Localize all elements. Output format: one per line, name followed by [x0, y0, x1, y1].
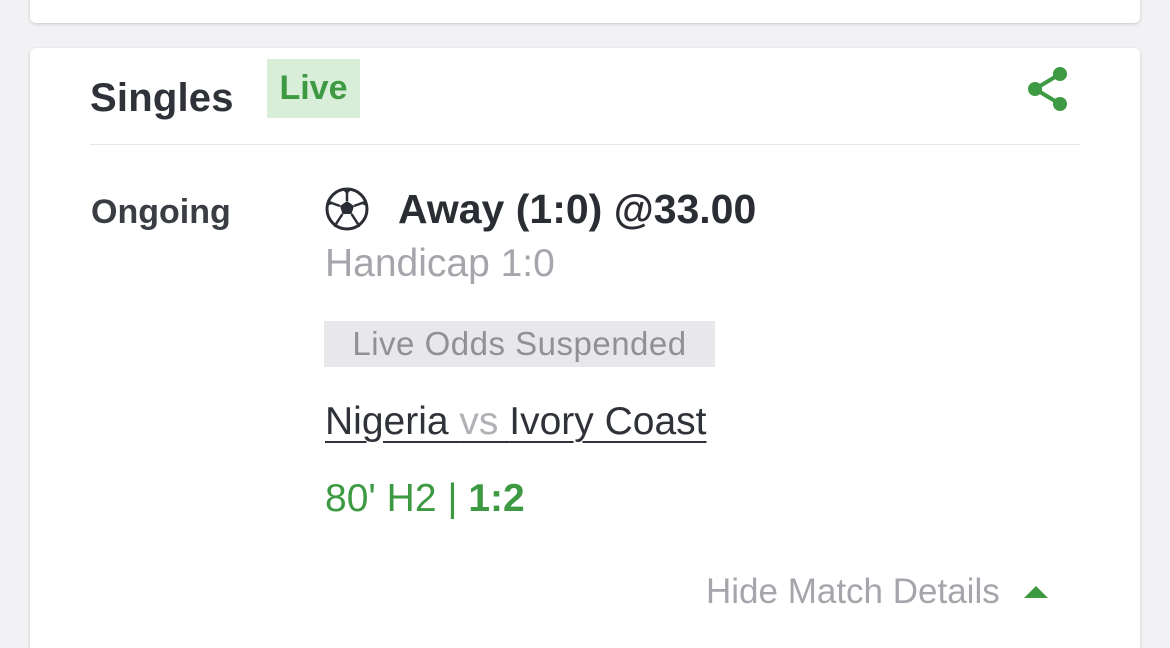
share-icon[interactable] [1025, 66, 1071, 112]
match-status: 80' H2 | 1:2 [325, 477, 525, 521]
match-teams: Nigeria vs Ivory Coast [325, 400, 706, 444]
bet-card: Singles Live Ongoing Away (1:0) @33.00 H… [30, 48, 1140, 648]
bet-status-label: Ongoing [91, 193, 231, 231]
home-team-link[interactable]: Nigeria [325, 400, 449, 443]
odds-suspended-notice: Live Odds Suspended [324, 321, 715, 367]
match-score: 1:2 [468, 477, 525, 520]
bet-selection: Away (1:0) @33.00 [398, 185, 757, 232]
section-title: Singles [90, 76, 234, 120]
caret-up-icon [1023, 586, 1048, 598]
vs-separator: vs [449, 400, 510, 443]
soccer-ball-icon [324, 186, 370, 232]
match-time: 80' H2 | [325, 477, 458, 520]
hide-match-details-toggle[interactable]: Hide Match Details [706, 572, 1048, 612]
hide-match-details-label: Hide Match Details [706, 572, 1000, 611]
bet-market: Handicap 1:0 [325, 242, 555, 285]
bet-selection-line: Away (1:0) @33.00 [324, 184, 756, 234]
live-badge: Live [267, 59, 360, 118]
away-team-link[interactable]: Ivory Coast [509, 400, 706, 443]
previous-card [30, 0, 1140, 23]
vs-text: vs [459, 400, 499, 443]
bet-card-header: Singles Live [90, 58, 1080, 145]
